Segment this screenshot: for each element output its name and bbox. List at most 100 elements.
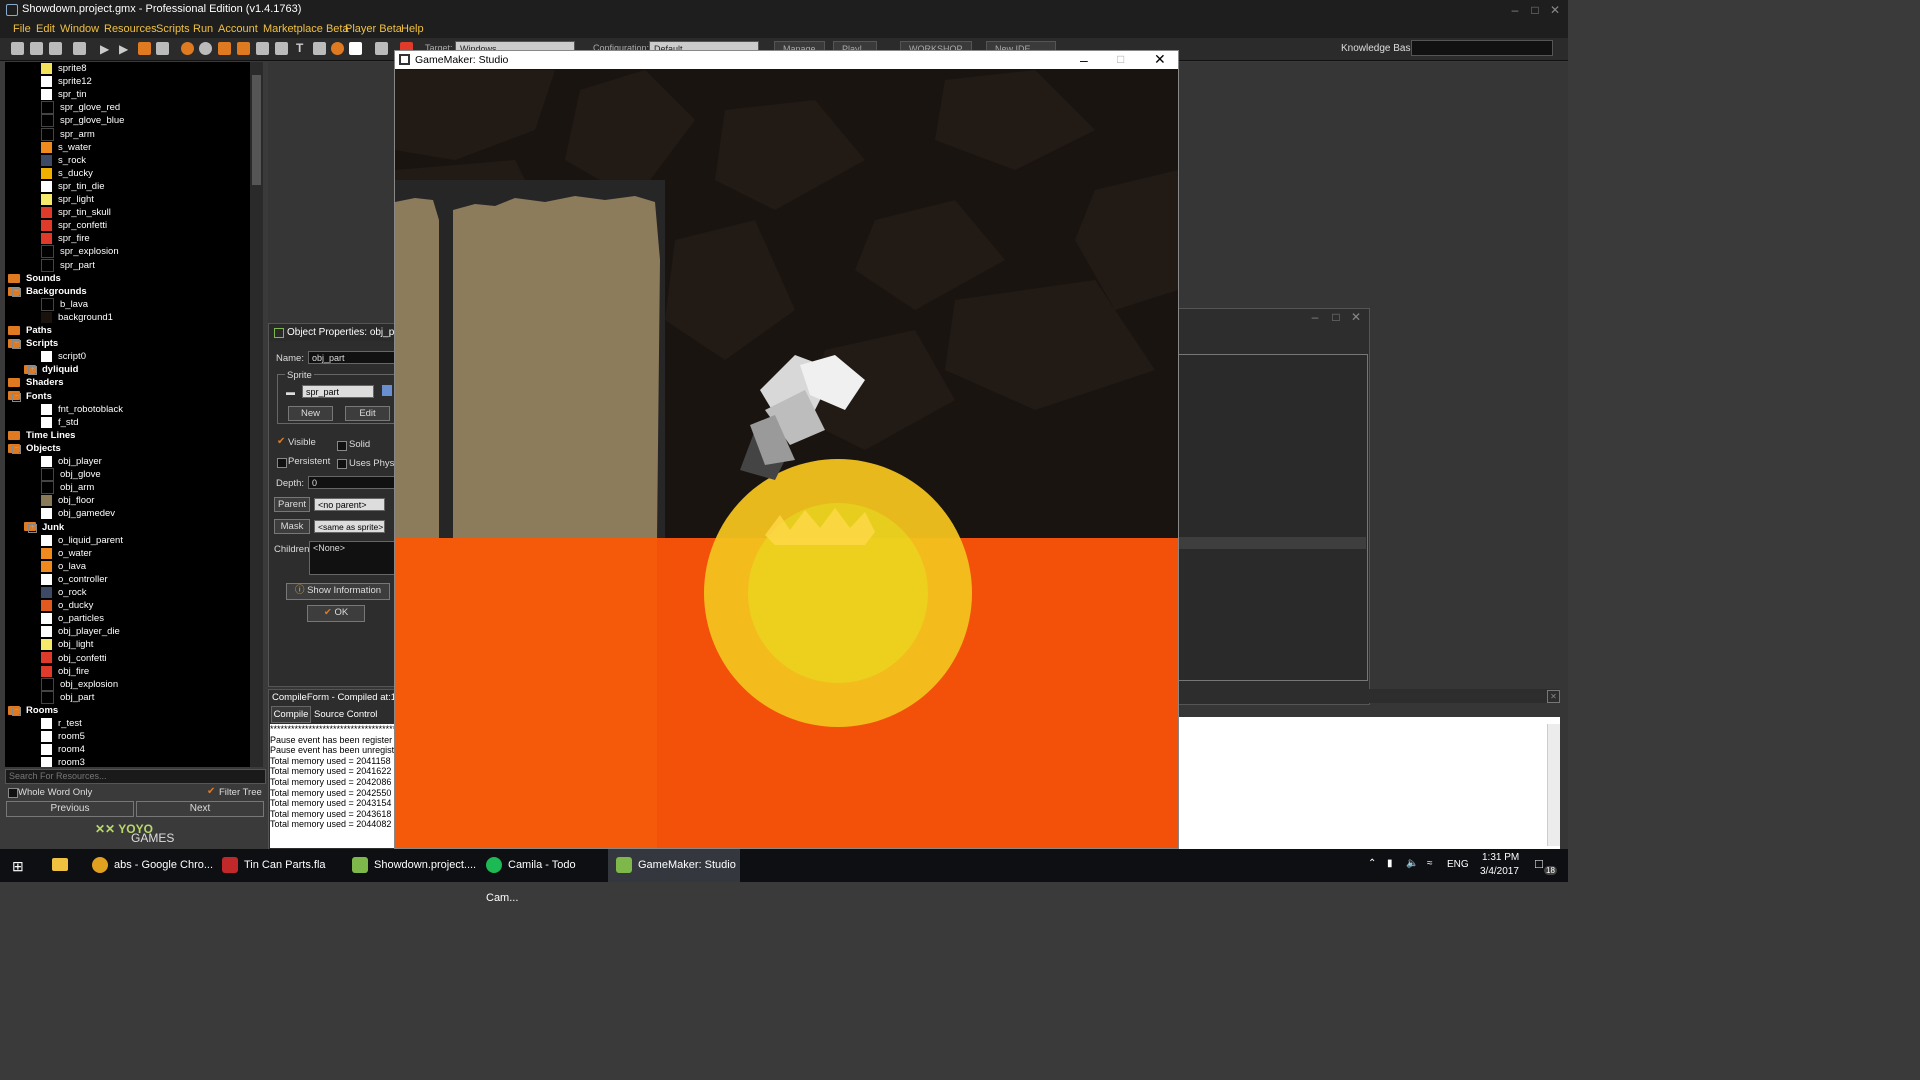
export-icon[interactable] — [73, 42, 86, 55]
tree-scrollbar-thumb[interactable] — [252, 75, 261, 185]
tree-resource[interactable]: background1 — [41, 311, 113, 324]
menu-resources[interactable]: Resources — [104, 23, 157, 35]
close-icon[interactable]: ✕ — [1546, 2, 1564, 18]
name-field[interactable]: obj_part — [308, 351, 396, 364]
create-sound-icon[interactable] — [199, 42, 212, 55]
filter-tree-checkbox[interactable]: ✔ — [207, 786, 215, 797]
tree-folder[interactable]: Shaders — [8, 376, 64, 389]
tree-resource[interactable]: spr_glove_red — [41, 101, 120, 115]
tree-resource[interactable]: spr_fire — [41, 232, 90, 245]
tree-resource[interactable]: b_lava — [41, 297, 88, 311]
collapse-icon[interactable]: − — [12, 706, 21, 716]
file-explorer-icon[interactable] — [52, 858, 68, 871]
menu-help[interactable]: Help — [401, 23, 424, 35]
tree-resource[interactable]: spr_tin_die — [41, 180, 104, 193]
tree-resource[interactable]: script0 — [41, 350, 86, 363]
sprite-select[interactable]: spr_part — [302, 385, 374, 398]
create-object-icon[interactable] — [331, 42, 344, 55]
create-room-icon[interactable] — [349, 42, 362, 55]
tree-resource[interactable]: spr_part — [41, 258, 95, 272]
collapse-icon[interactable]: − — [12, 340, 21, 350]
collapse-icon[interactable]: − — [12, 444, 21, 454]
persistent-checkbox[interactable] — [277, 458, 287, 468]
game-info-icon[interactable] — [375, 42, 388, 55]
children-list[interactable]: <None> — [309, 541, 397, 575]
minimize-icon[interactable]: – — [1506, 2, 1524, 18]
create-script-icon[interactable] — [256, 42, 269, 55]
debug-run-icon[interactable]: ▶ — [119, 42, 128, 56]
tree-resource[interactable]: spr_tin_skull — [41, 206, 111, 219]
taskbar-item-gamemaker-project[interactable]: Showdown.project.... — [346, 849, 480, 882]
tree-resource[interactable]: f_std — [41, 416, 79, 429]
maximize-icon[interactable]: □ — [1526, 2, 1544, 18]
tree-resource[interactable]: o_liquid_parent — [41, 534, 123, 547]
tree-resource[interactable]: spr_tin — [41, 88, 87, 101]
tree-resource[interactable]: obj_confetti — [41, 652, 107, 665]
tree-resource[interactable]: sprite12 — [41, 75, 92, 88]
expand-icon[interactable]: + — [28, 366, 37, 376]
tree-resource[interactable]: o_lava — [41, 560, 86, 573]
tree-resource[interactable]: fnt_robotoblack — [41, 403, 123, 416]
tree-resource[interactable]: obj_floor — [41, 494, 94, 507]
menu-window[interactable]: Window — [60, 23, 99, 35]
compile-close-icon[interactable]: ✕ — [1547, 690, 1560, 703]
game-window[interactable]: GameMaker: Studio – □ ✕ — [394, 50, 1179, 849]
game-canvas[interactable] — [395, 70, 1178, 849]
parent-select[interactable]: <no parent> — [314, 498, 385, 511]
tree-resource[interactable]: o_ducky — [41, 599, 93, 612]
game-minimize-icon[interactable]: – — [1080, 52, 1088, 68]
tree-resource[interactable]: room5 — [41, 730, 85, 743]
tree-resource[interactable]: sprite8 — [41, 62, 87, 75]
mask-button[interactable]: Mask — [274, 519, 310, 534]
taskbar-item-chrome[interactable]: abs - Google Chro... — [84, 849, 216, 882]
game-maximize-icon[interactable]: □ — [1117, 52, 1124, 66]
tree-resource[interactable]: spr_explosion — [41, 245, 119, 259]
edit-sprite-button[interactable]: Edit — [345, 406, 390, 421]
tree-resource[interactable]: obj_glove — [41, 468, 101, 482]
menu-account[interactable]: Account — [218, 23, 258, 35]
uses-physics-checkbox[interactable] — [337, 459, 347, 469]
mask-select[interactable]: <same as sprite> — [314, 520, 385, 533]
visible-checkbox[interactable]: ✔ — [277, 436, 285, 447]
notifications-icon[interactable]: □ — [1535, 856, 1543, 871]
panel-minimize-icon[interactable]: – — [1306, 309, 1324, 325]
knowledge-base-input[interactable] — [1411, 40, 1553, 56]
tree-folder[interactable]: Paths — [8, 324, 52, 337]
create-font-icon[interactable]: T — [296, 41, 303, 55]
taskbar-item-flash[interactable]: Tin Can Parts.fla — [216, 849, 346, 882]
menu-scripts[interactable]: Scripts — [156, 23, 190, 35]
tab-compile[interactable]: Compile — [271, 706, 311, 723]
tree-resource[interactable]: o_water — [41, 547, 92, 560]
create-background-icon[interactable] — [218, 42, 231, 55]
resource-tree[interactable]: sprite8 sprite12 spr_tin spr_glove_red spr_g… — [5, 62, 263, 767]
new-sprite-button[interactable]: New — [288, 406, 333, 421]
tray-chevron-up-icon[interactable]: ⌃ — [1368, 858, 1376, 869]
tree-resource[interactable]: obj_gamedev — [41, 507, 115, 520]
compile-log[interactable]: ************************************** Pa… — [270, 724, 394, 848]
expand-icon[interactable]: + — [28, 523, 37, 533]
menu-edit[interactable]: Edit — [36, 23, 55, 35]
tab-source-control[interactable]: Source Control — [314, 707, 377, 722]
show-information-button[interactable]: ⓘ Show Information — [286, 583, 390, 600]
battery-icon[interactable]: ▮ — [1387, 858, 1393, 869]
tree-folder[interactable]: Time Lines — [8, 429, 75, 442]
tree-resource[interactable]: o_rock — [41, 586, 87, 599]
collapse-icon[interactable]: − — [12, 287, 21, 297]
panel-maximize-icon[interactable]: □ — [1327, 309, 1345, 325]
tree-resource[interactable]: r_test — [41, 717, 82, 730]
volume-muted-icon[interactable]: 🔈 — [1406, 858, 1418, 869]
menu-player-beta[interactable]: Player Beta — [345, 23, 402, 35]
collapse-icon[interactable]: − — [12, 392, 21, 402]
sprite-browse-icon[interactable] — [382, 385, 392, 396]
menu-file[interactable]: File — [13, 23, 31, 35]
clean-icon[interactable] — [156, 42, 169, 55]
next-button[interactable]: Next — [136, 801, 264, 817]
new-project-icon[interactable] — [11, 42, 24, 55]
taskbar-item-spotify[interactable]: Camila - Todo Cam... — [480, 849, 610, 904]
solid-checkbox[interactable] — [337, 441, 347, 451]
tree-resource[interactable]: spr_confetti — [41, 219, 107, 232]
parent-button[interactable]: Parent — [274, 497, 310, 512]
ok-button[interactable]: ✔ OK — [307, 605, 365, 622]
language-indicator[interactable]: ENG — [1447, 859, 1469, 870]
tree-resource[interactable]: obj_arm — [41, 481, 94, 495]
